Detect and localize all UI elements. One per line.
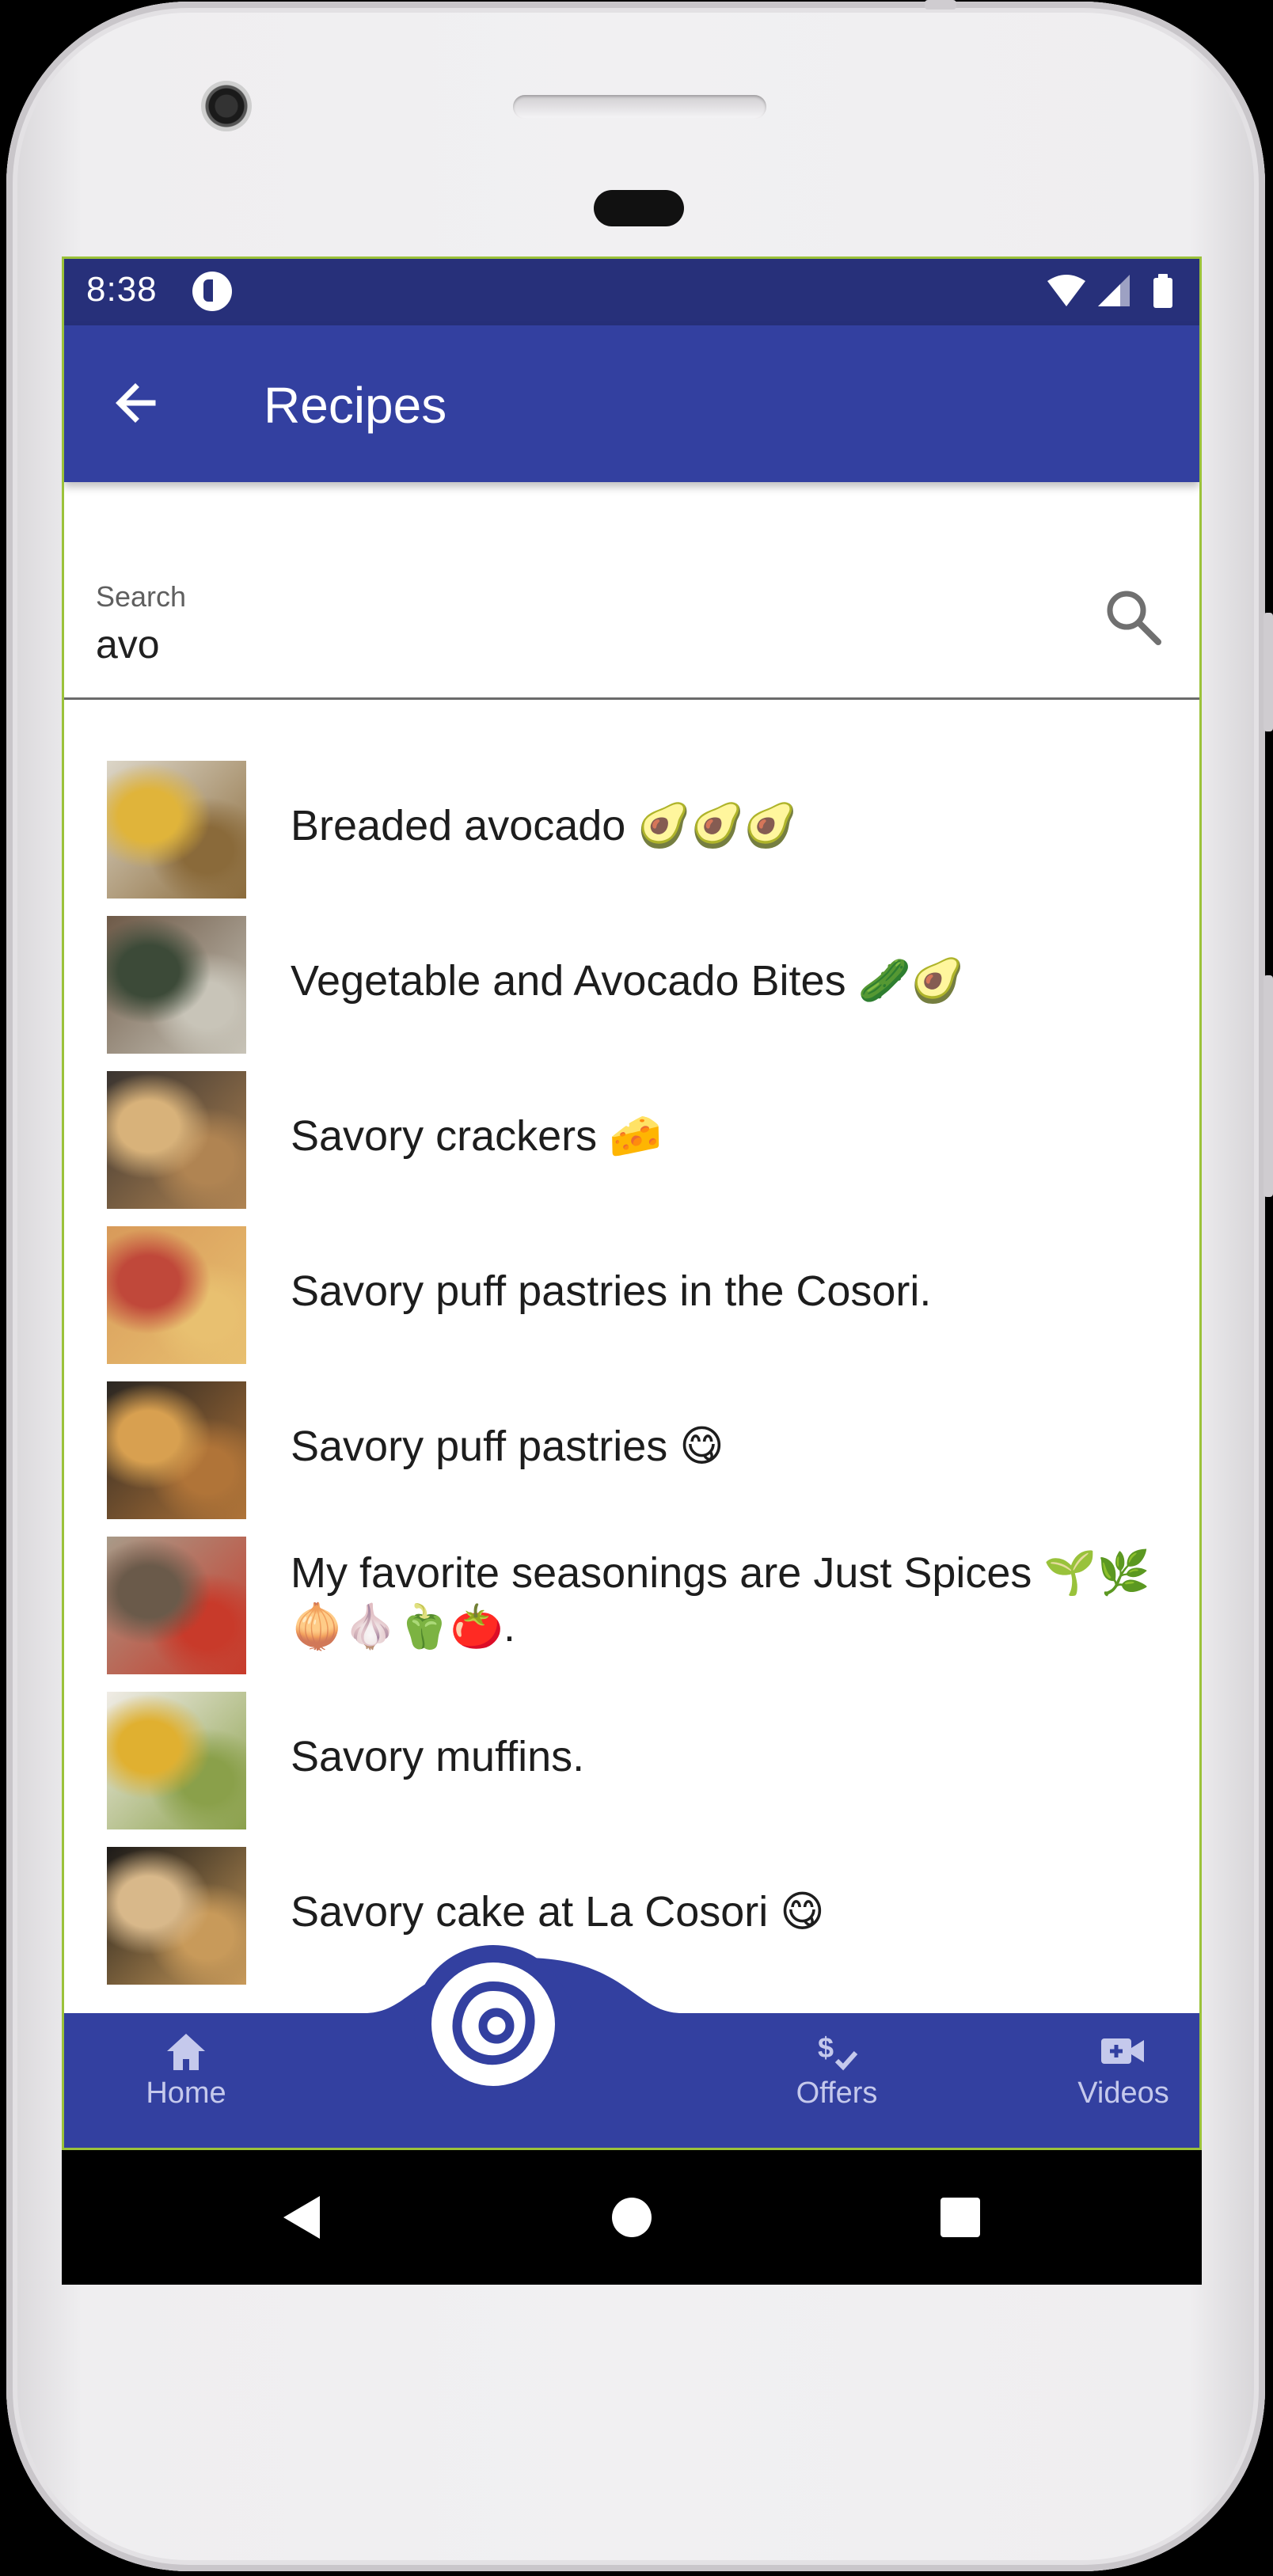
- system-home-button[interactable]: [612, 2198, 652, 2237]
- recipe-title: Savory cake at La Cosori 😋: [291, 1888, 825, 1936]
- list-item[interactable]: Savory puff pastries in the Cosori.: [64, 1215, 1199, 1370]
- nav-videos-label: Videos: [1077, 2076, 1169, 2110]
- search-underline: [64, 697, 1199, 700]
- recipe-title: My favorite seasonings are Just Spices 🌱…: [291, 1549, 1150, 1651]
- app-screen: 8:38 Recipes Search avo Breaded avocado …: [62, 256, 1202, 2150]
- recipe-thumbnail: [107, 1692, 246, 1829]
- recipe-thumbnail: [107, 916, 246, 1054]
- recipe-title: Vegetable and Avocado Bites 🥒🥑: [291, 957, 965, 1005]
- circle-home-icon: [612, 2198, 652, 2237]
- nav-home-label: Home: [146, 2076, 226, 2110]
- status-time: 8:38: [86, 270, 158, 309]
- list-item[interactable]: Breaded avocado 🥑🥑🥑: [64, 750, 1199, 905]
- recipe-title: Savory crackers 🧀: [291, 1112, 663, 1160]
- nav-home[interactable]: Home: [99, 2029, 273, 2111]
- list-item[interactable]: Vegetable and Avocado Bites 🥒🥑: [64, 905, 1199, 1060]
- search-icon: [1107, 591, 1161, 645]
- app-notification-icon: [192, 272, 232, 311]
- nav-videos[interactable]: Videos: [1036, 2029, 1199, 2111]
- search-input[interactable]: [96, 617, 1062, 672]
- front-camera: [201, 81, 252, 131]
- recipe-title: Breaded avocado 🥑🥑🥑: [291, 802, 798, 849]
- status-icons: [1047, 274, 1172, 308]
- power-button: [1264, 975, 1273, 1197]
- price-check-icon: $: [818, 2031, 858, 2071]
- proximity-sensor: [594, 190, 684, 226]
- square-recents-icon: [940, 2198, 980, 2237]
- home-icon: [167, 2034, 205, 2070]
- recipe-title: Savory muffins.: [291, 1733, 585, 1780]
- wifi-icon: [1047, 275, 1085, 306]
- list-item[interactable]: Savory crackers 🧀: [64, 1060, 1199, 1215]
- system-back-button[interactable]: [283, 2196, 320, 2239]
- list-item[interactable]: Savory puff pastries 😋: [64, 1370, 1199, 1525]
- recipe-title: Savory puff pastries 😋: [291, 1423, 724, 1470]
- nav-offers-label: Offers: [796, 2076, 878, 2110]
- nav-offers[interactable]: $ Offers: [750, 2029, 924, 2111]
- recipe-title: Savory puff pastries in the Cosori.: [291, 1267, 932, 1315]
- status-bar: 8:38: [64, 259, 1199, 325]
- earpiece-speaker: [513, 95, 766, 119]
- search-button[interactable]: [1101, 585, 1166, 650]
- system-recents-button[interactable]: [940, 2198, 980, 2237]
- app-bar: Recipes: [64, 325, 1199, 482]
- system-navigation-bar: [62, 2150, 1202, 2285]
- page-title: Recipes: [264, 377, 447, 434]
- recipe-thumbnail: [107, 1381, 246, 1519]
- back-button[interactable]: [104, 373, 167, 436]
- arrow-back-icon: [116, 383, 156, 423]
- top-button: [925, 0, 956, 9]
- egg-icon: [452, 1981, 535, 2065]
- svg-text:$: $: [818, 2031, 834, 2064]
- recipe-thumbnail: [107, 1537, 246, 1674]
- recipe-thumbnail: [107, 1847, 246, 1985]
- recipe-thumbnail: [107, 761, 246, 899]
- cellular-signal-icon: [1098, 275, 1130, 306]
- video-call-icon: [1101, 2038, 1144, 2064]
- volume-button: [1264, 613, 1273, 731]
- triangle-back-icon: [283, 2196, 320, 2239]
- battery-icon: [1153, 274, 1172, 308]
- cook-fab-button[interactable]: [414, 1945, 572, 2103]
- list-item[interactable]: Savory muffins.: [64, 1681, 1199, 1836]
- recipe-thumbnail: [107, 1071, 246, 1209]
- recipe-thumbnail: [107, 1226, 246, 1364]
- search-label: Search: [96, 580, 187, 613]
- list-item[interactable]: My favorite seasonings are Just Spices 🌱…: [64, 1525, 1199, 1681]
